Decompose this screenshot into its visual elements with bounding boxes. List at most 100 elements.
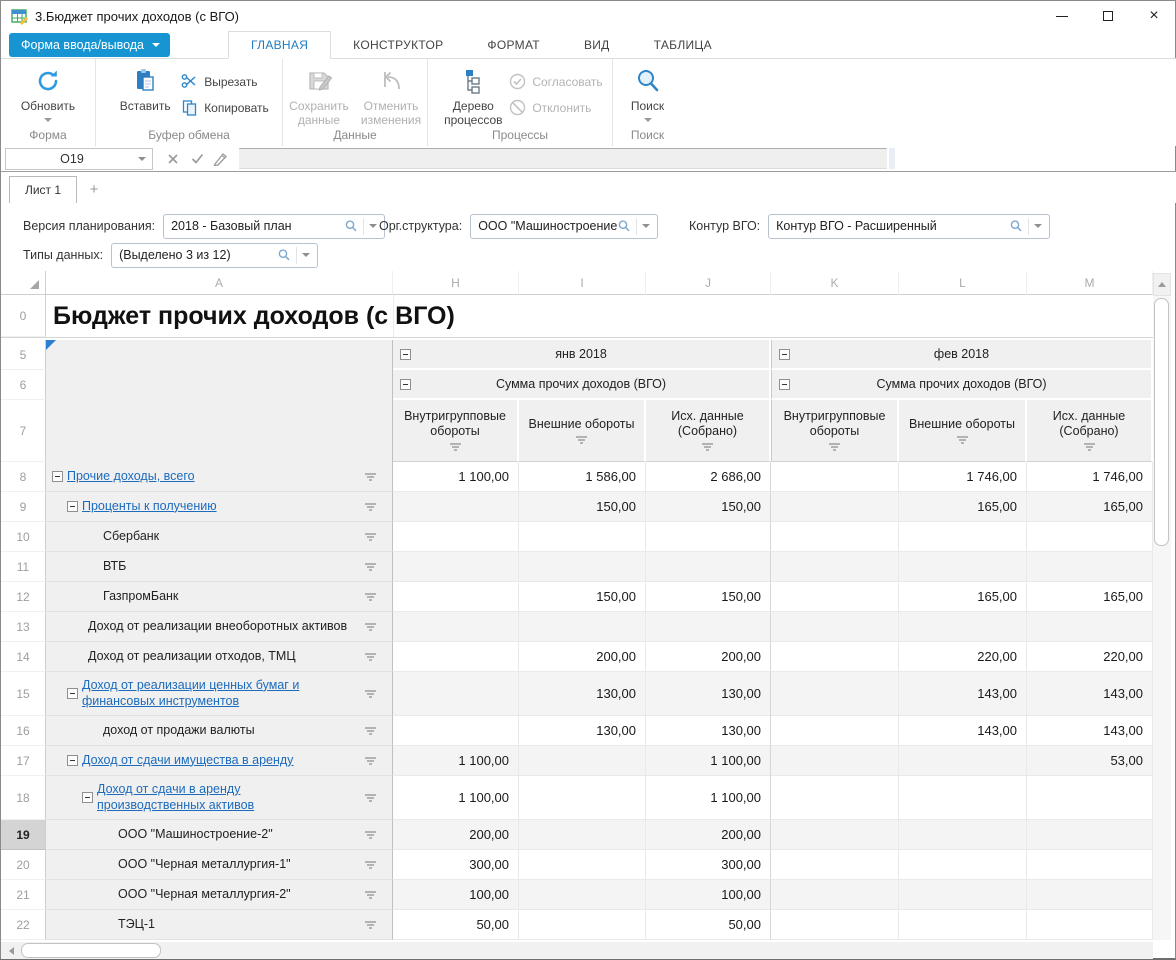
value-cell[interactable] [771, 716, 899, 746]
save-data-button[interactable]: Сохранить данные [283, 63, 355, 128]
value-cell[interactable]: 130,00 [646, 716, 771, 746]
value-cell[interactable] [771, 672, 899, 716]
value-cell[interactable]: 300,00 [646, 850, 771, 880]
confirm-entry-button[interactable] [185, 148, 209, 170]
value-cell[interactable] [771, 746, 899, 776]
column-header-H[interactable]: H [393, 271, 519, 295]
row-header-18[interactable]: 18 [1, 776, 46, 820]
paste-button[interactable]: Вставить [109, 63, 181, 114]
row-label-cell[interactable]: Сбербанк [46, 522, 393, 552]
tab-format[interactable]: ФОРМАТ [465, 31, 562, 58]
collapse-icon[interactable] [52, 471, 63, 482]
value-cell[interactable] [519, 776, 646, 820]
form-io-menu-button[interactable]: Форма ввода/вывода [9, 33, 170, 57]
value-cell[interactable]: 150,00 [646, 492, 771, 522]
row-label-cell[interactable]: Доход от реализации ценных бумаг и финан… [46, 672, 393, 716]
value-cell[interactable] [899, 522, 1027, 552]
value-cell[interactable]: 130,00 [646, 672, 771, 716]
filter-icon[interactable] [364, 727, 376, 736]
row-label-cell[interactable]: Доход от реализации внеоборотных активов [46, 612, 393, 642]
filter-icon[interactable] [1083, 443, 1095, 452]
value-cell[interactable] [393, 716, 519, 746]
row-label-link[interactable]: Проценты к получению [82, 499, 217, 515]
row-header-5[interactable]: 5 [1, 340, 46, 370]
value-cell[interactable] [1027, 612, 1153, 642]
collapse-icon[interactable] [779, 379, 790, 390]
row-label-cell[interactable]: ООО "Черная металлургия-1" [46, 850, 393, 880]
value-cell[interactable] [899, 850, 1027, 880]
value-cell[interactable] [519, 612, 646, 642]
row-label-cell[interactable]: Доход от реализации отходов, ТМЦ [46, 642, 393, 672]
value-cell[interactable] [771, 612, 899, 642]
value-cell[interactable] [771, 492, 899, 522]
collapse-icon[interactable] [67, 688, 78, 699]
close-button[interactable]: × [1131, 1, 1176, 31]
filter-icon[interactable] [364, 690, 376, 699]
value-cell[interactable] [519, 850, 646, 880]
filter-icon[interactable] [364, 473, 376, 482]
row-label-cell[interactable]: Прочие доходы, всего [46, 462, 393, 492]
filter-icon[interactable] [449, 443, 461, 452]
row-header-22[interactable]: 22 [1, 910, 46, 940]
row-header-21[interactable]: 21 [1, 880, 46, 910]
filter-icon[interactable] [364, 503, 376, 512]
collapse-icon[interactable] [82, 792, 93, 803]
cell-name-box[interactable]: O19 [5, 148, 153, 170]
cancel-entry-button[interactable] [161, 148, 185, 170]
row-label-cell[interactable]: Доход от сдачи имущества в аренду [46, 746, 393, 776]
collapse-icon[interactable] [67, 755, 78, 766]
row-header-8[interactable]: 8 [1, 462, 46, 492]
search-icon[interactable] [617, 219, 631, 233]
value-cell[interactable]: 150,00 [519, 492, 646, 522]
search-button[interactable]: Поиск [613, 63, 682, 122]
value-cell[interactable]: 130,00 [519, 672, 646, 716]
value-cell[interactable] [519, 880, 646, 910]
row-label-cell[interactable]: Доход от сдачи в аренду производственных… [46, 776, 393, 820]
row-label-cell[interactable]: ГазпромБанк [46, 582, 393, 612]
value-cell[interactable] [771, 776, 899, 820]
tab-tablica[interactable]: ТАБЛИЦА [632, 31, 734, 58]
value-cell[interactable]: 300,00 [393, 850, 519, 880]
value-cell[interactable] [899, 910, 1027, 940]
row-header-6[interactable]: 6 [1, 370, 46, 400]
row-header-20[interactable]: 20 [1, 850, 46, 880]
filter-icon[interactable] [364, 653, 376, 662]
filter-icon[interactable] [702, 443, 714, 452]
value-cell[interactable]: 1 100,00 [646, 746, 771, 776]
filter-icon[interactable] [364, 563, 376, 572]
value-cell[interactable]: 143,00 [899, 716, 1027, 746]
value-cell[interactable]: 100,00 [646, 880, 771, 910]
value-cell[interactable] [393, 612, 519, 642]
collapse-icon[interactable] [400, 379, 411, 390]
horizontal-scrollbar[interactable] [1, 942, 1153, 959]
filter-version-combo[interactable]: 2018 - Базовый план [163, 214, 385, 239]
add-sheet-button[interactable]: + [77, 176, 111, 203]
value-cell[interactable]: 130,00 [519, 716, 646, 746]
chevron-down-icon[interactable] [1034, 224, 1042, 228]
value-cell[interactable]: 165,00 [899, 492, 1027, 522]
collapse-icon[interactable] [67, 501, 78, 512]
value-cell[interactable] [393, 492, 519, 522]
formula-input[interactable] [239, 148, 887, 169]
value-cell[interactable]: 100,00 [393, 880, 519, 910]
value-cell[interactable] [1027, 776, 1153, 820]
filter-icon[interactable] [364, 831, 376, 840]
value-cell[interactable] [771, 582, 899, 612]
value-cell[interactable]: 1 100,00 [393, 462, 519, 492]
value-cell[interactable]: 220,00 [1027, 642, 1153, 672]
filter-icon[interactable] [364, 757, 376, 766]
row-header-12[interactable]: 12 [1, 582, 46, 612]
collapse-icon[interactable] [779, 349, 790, 360]
filter-icon[interactable] [829, 443, 841, 452]
filter-data-types-combo[interactable]: (Выделено 3 из 12) [111, 243, 318, 268]
value-cell[interactable] [646, 552, 771, 582]
report-title-cell[interactable]: Бюджет прочих доходов (с ВГО) [46, 295, 1153, 337]
value-cell[interactable]: 1 746,00 [1027, 462, 1153, 492]
undo-changes-button[interactable]: Отменить изменения [355, 63, 427, 128]
row-label-link[interactable]: Доход от реализации ценных бумаг и финан… [82, 678, 340, 709]
value-cell[interactable]: 200,00 [646, 642, 771, 672]
value-cell[interactable] [899, 820, 1027, 850]
row-label-cell[interactable]: Проценты к получению [46, 492, 393, 522]
row-header-0[interactable]: 0 [1, 295, 46, 337]
collapse-icon[interactable] [400, 349, 411, 360]
